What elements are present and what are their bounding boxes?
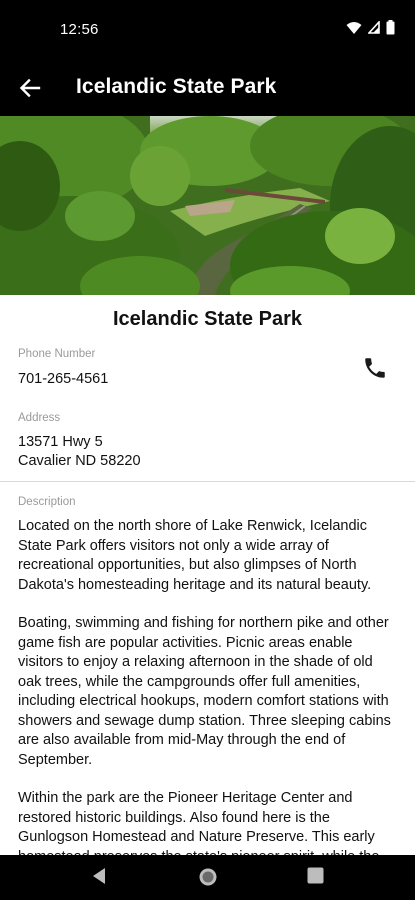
divider <box>0 481 415 482</box>
park-details: Icelandic State Park Phone Number 701-26… <box>0 295 415 855</box>
app-bar-title: Icelandic State Park <box>76 75 277 98</box>
description-text: Located on the north shore of Lake Renwi… <box>18 517 396 855</box>
address-line-1: 13571 Hwy 5 <box>18 434 103 450</box>
recents-square-icon[interactable] <box>307 867 324 884</box>
phone-number[interactable]: 701-265-4561 <box>18 370 108 389</box>
back-triangle-icon[interactable] <box>91 867 107 885</box>
park-name: Icelandic State Park <box>113 308 302 330</box>
system-nav-bar <box>0 855 415 900</box>
home-circle-icon[interactable] <box>198 867 218 887</box>
back-arrow-icon[interactable] <box>16 74 44 102</box>
status-time: 12:56 <box>60 21 99 38</box>
phone-label: Phone Number <box>18 348 96 360</box>
address-line-2: Cavalier ND 58220 <box>18 453 141 469</box>
description-paragraph: Boating, swimming and fishing for northe… <box>18 615 391 768</box>
description-paragraph: Within the park are the Pioneer Heritage… <box>18 790 379 855</box>
wifi-icon <box>346 21 362 34</box>
app-bar: Icelandic State Park <box>0 60 415 116</box>
status-icons <box>346 20 395 35</box>
phone-icon[interactable] <box>362 355 388 381</box>
park-hero-image <box>0 116 415 295</box>
status-bar: 12:56 <box>0 0 415 60</box>
address-label: Address <box>18 412 61 424</box>
battery-icon <box>386 20 395 35</box>
description-paragraph: Located on the north shore of Lake Renwi… <box>18 518 372 593</box>
cellular-signal-icon <box>368 21 380 34</box>
description-label: Description <box>18 496 76 508</box>
